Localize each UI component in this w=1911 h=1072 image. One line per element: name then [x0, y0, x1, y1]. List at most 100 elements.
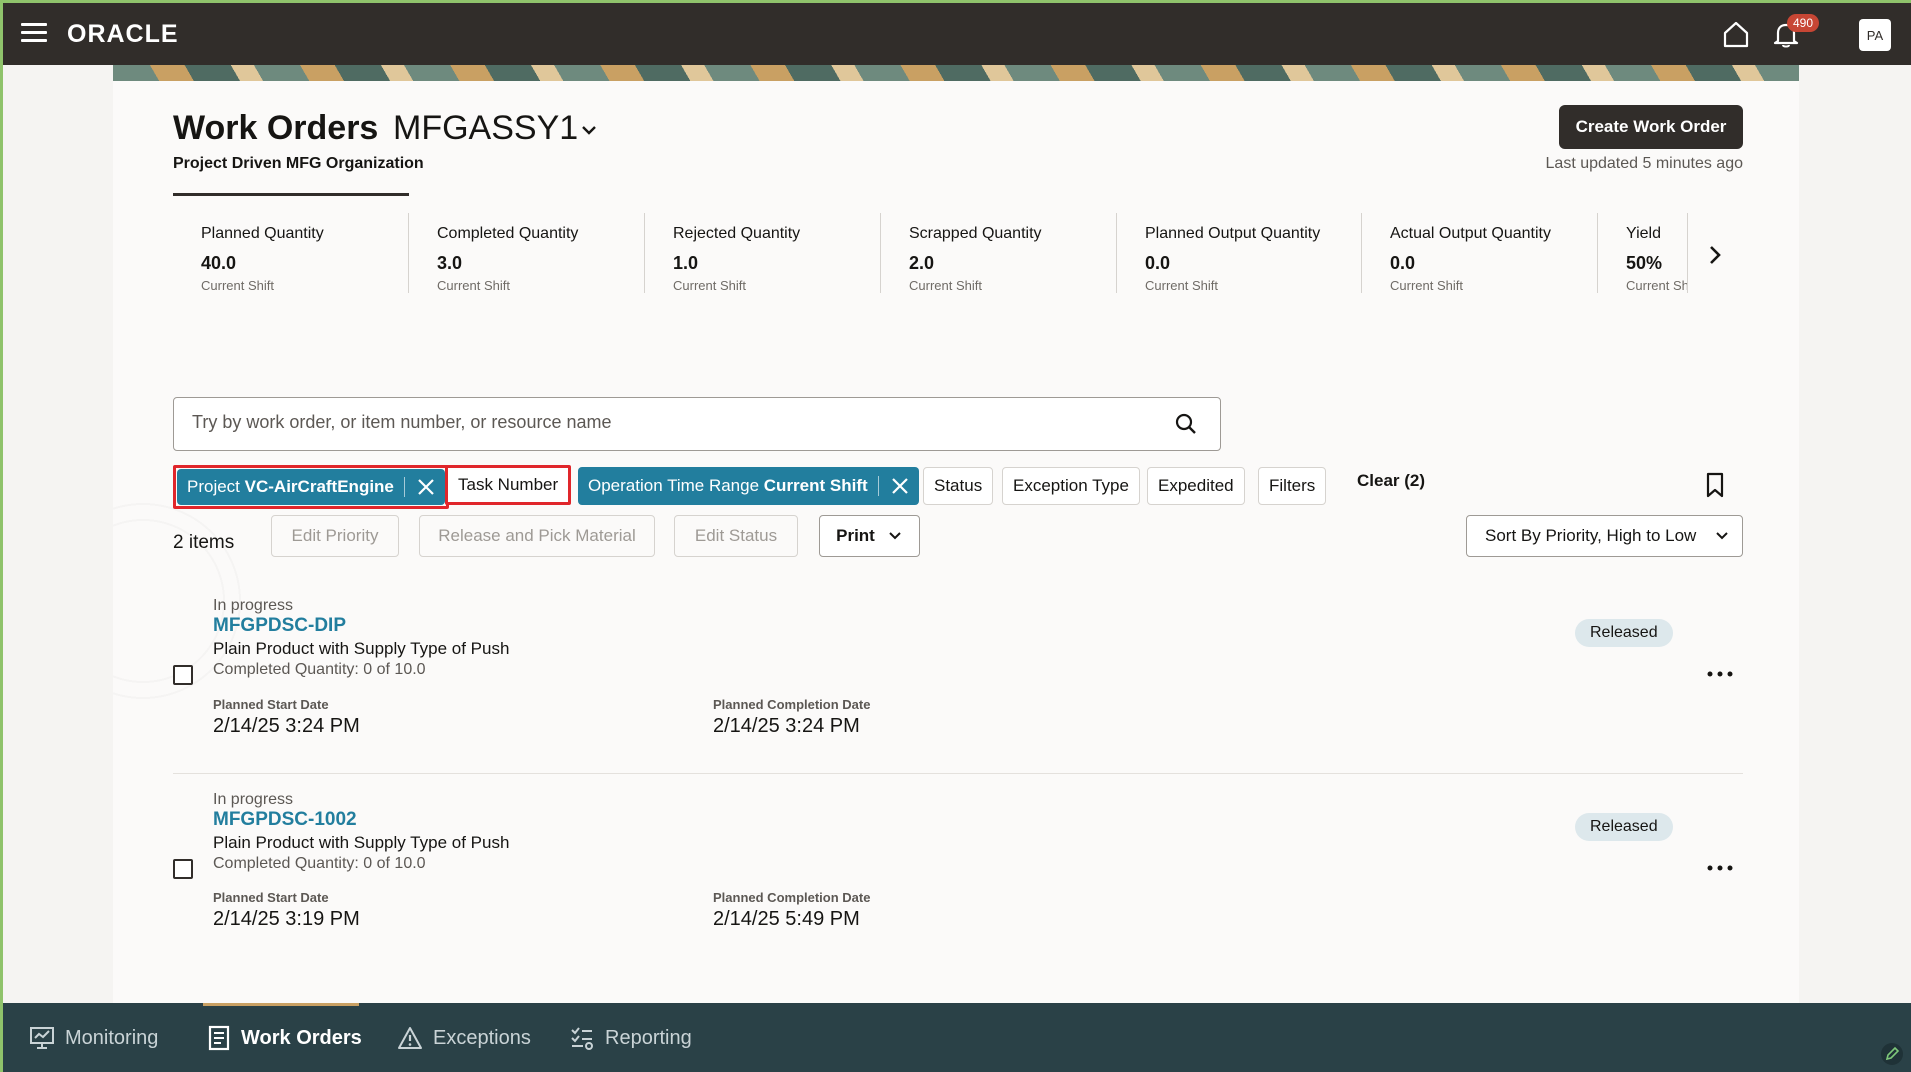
work-order-link[interactable]: MFGPDSC-1002	[213, 809, 357, 831]
document-icon	[208, 1025, 230, 1051]
clear-filters-link[interactable]: Clear (2)	[1357, 471, 1425, 491]
status-badge: Released	[1575, 619, 1673, 647]
metric-label: Rejected Quantity	[673, 225, 801, 242]
metric-label: Planned Quantity	[201, 225, 324, 242]
work-order-row[interactable]: In progress MFGPDSC-DIP Plain Product wi…	[173, 581, 1743, 773]
last-updated: Last updated 5 minutes ago	[1545, 155, 1743, 172]
chip-prefix: Project	[187, 477, 240, 496]
close-icon[interactable]	[889, 475, 911, 497]
hamburger-icon[interactable]	[21, 23, 47, 43]
metric-value: 2.0	[909, 253, 935, 273]
sort-dropdown[interactable]: Sort By Priority, High to Low	[1466, 515, 1743, 557]
nav-label: Monitoring	[65, 1026, 159, 1049]
nav-monitoring[interactable]: Monitoring	[29, 1025, 158, 1051]
metric-sub: Current Shift	[1626, 278, 1688, 293]
project-filter-chip[interactable]: Project VC-AirCraftEngine	[177, 469, 445, 505]
metric-yield[interactable]: Yield 50% Current Shift	[1598, 213, 1688, 293]
oracle-logo: ORACLE	[67, 20, 179, 48]
close-icon[interactable]	[415, 476, 437, 498]
planned-completion-label: Planned Completion Date	[713, 890, 871, 905]
metric-value: 3.0	[437, 253, 463, 273]
metric-sub: Current Shift	[1145, 278, 1218, 293]
expedited-filter-chip[interactable]: Expedited	[1147, 467, 1245, 505]
edit-icon[interactable]	[1881, 1043, 1903, 1065]
metric-label: Yield	[1626, 225, 1661, 242]
edit-status-button[interactable]: Edit Status	[674, 515, 798, 557]
work-order-link[interactable]: MFGPDSC-DIP	[213, 615, 346, 637]
metric-sub: Current Shift	[201, 278, 274, 293]
chip-value: VC-AirCraftEngine	[244, 477, 394, 496]
edit-priority-button[interactable]: Edit Priority	[271, 515, 399, 557]
title-underline	[173, 193, 409, 196]
metric-label: Actual Output Quantity	[1390, 225, 1551, 242]
row-divider	[173, 773, 1743, 774]
work-order-completed-quantity: Completed Quantity: 0 of 10.0	[213, 661, 426, 678]
chevron-right-icon[interactable]	[1703, 241, 1727, 269]
metric-sub: Current Shift	[1390, 278, 1463, 293]
active-tab-indicator	[203, 1003, 359, 1006]
filters-chip[interactable]: Filters	[1258, 467, 1327, 505]
release-pick-material-button[interactable]: Release and Pick Material	[419, 515, 655, 557]
metric-sub: Current Shift	[673, 278, 746, 293]
planned-start-value: 2/14/25 3:24 PM	[213, 715, 360, 737]
chevron-down-icon[interactable]	[578, 119, 600, 141]
planned-start-label: Planned Start Date	[213, 890, 329, 905]
org-selector[interactable]: MFGASSY1	[393, 109, 578, 148]
nav-reporting[interactable]: Reporting	[569, 1025, 692, 1051]
metric-label: Scrapped Quantity	[909, 225, 1042, 242]
decorative-banner	[113, 65, 1799, 81]
print-button[interactable]: Print	[819, 515, 920, 557]
notification-badge: 490	[1787, 14, 1820, 32]
metrics-strip: Planned Quantity 40.0 Current Shift Comp…	[173, 213, 1703, 293]
nav-label: Exceptions	[433, 1026, 531, 1049]
metric-value: 1.0	[673, 253, 699, 273]
work-order-status: In progress	[213, 597, 294, 614]
planned-completion-value: 2/14/25 5:49 PM	[713, 908, 860, 930]
search-icon[interactable]	[1174, 412, 1198, 436]
metric-sub: Current Shift	[909, 278, 982, 293]
print-label: Print	[836, 526, 875, 545]
main-card: Work Orders MFGASSY1 Project Driven MFG …	[113, 81, 1799, 1003]
metric-label: Completed Quantity	[437, 225, 579, 242]
planned-start-label: Planned Start Date	[213, 697, 329, 712]
search-input[interactable]	[192, 412, 1152, 433]
row-checkbox[interactable]	[173, 859, 193, 879]
work-order-description: Plain Product with Supply Type of Push	[213, 833, 510, 852]
home-icon[interactable]	[1721, 19, 1751, 49]
task-number-filter-chip[interactable]: Task Number	[445, 465, 572, 505]
avatar[interactable]: PA	[1859, 19, 1891, 51]
org-name: Project Driven MFG Organization	[173, 155, 424, 172]
metric-rejected-quantity[interactable]: Rejected Quantity 1.0 Current Shift	[645, 213, 881, 293]
work-order-row[interactable]: In progress MFGPDSC-1002 Plain Product w…	[173, 773, 1743, 965]
project-chip-highlight: Project VC-AirCraftEngine	[173, 465, 449, 509]
row-checkbox[interactable]	[173, 665, 193, 685]
nav-work-orders[interactable]: Work Orders	[207, 1025, 362, 1051]
status-badge: Released	[1575, 813, 1673, 841]
planned-completion-label: Planned Completion Date	[713, 697, 871, 712]
work-order-description: Plain Product with Supply Type of Push	[213, 639, 510, 658]
metric-completed-quantity[interactable]: Completed Quantity 3.0 Current Shift	[409, 213, 645, 293]
items-count: 2 items	[173, 532, 235, 553]
status-filter-chip[interactable]: Status	[923, 467, 994, 505]
nav-exceptions[interactable]: Exceptions	[397, 1025, 531, 1051]
chip-prefix: Operation Time Range	[588, 476, 760, 495]
metric-actual-output-quantity[interactable]: Actual Output Quantity 0.0 Current Shift	[1362, 213, 1598, 293]
nav-label: Work Orders	[241, 1026, 362, 1049]
planned-completion-value: 2/14/25 3:24 PM	[713, 715, 860, 737]
metric-planned-quantity[interactable]: Planned Quantity 40.0 Current Shift	[173, 213, 409, 293]
chevron-down-icon	[1716, 532, 1729, 540]
metric-value: 40.0	[201, 253, 237, 273]
top-bar: ORACLE 490 PA	[3, 3, 1911, 65]
metric-planned-output-quantity[interactable]: Planned Output Quantity 0.0 Current Shif…	[1117, 213, 1362, 293]
more-icon[interactable]	[1705, 669, 1735, 679]
more-icon[interactable]	[1705, 863, 1735, 873]
metric-scrapped-quantity[interactable]: Scrapped Quantity 2.0 Current Shift	[881, 213, 1117, 293]
warning-icon	[398, 1027, 422, 1049]
report-icon	[571, 1027, 593, 1050]
bookmark-icon[interactable]	[1703, 471, 1727, 499]
create-work-order-button[interactable]: Create Work Order	[1559, 105, 1743, 149]
metric-sub: Current Shift	[437, 278, 510, 293]
operation-time-range-chip[interactable]: Operation Time Range Current Shift	[578, 467, 919, 505]
exception-type-filter-chip[interactable]: Exception Type	[1002, 467, 1140, 505]
chip-separator	[877, 476, 879, 496]
